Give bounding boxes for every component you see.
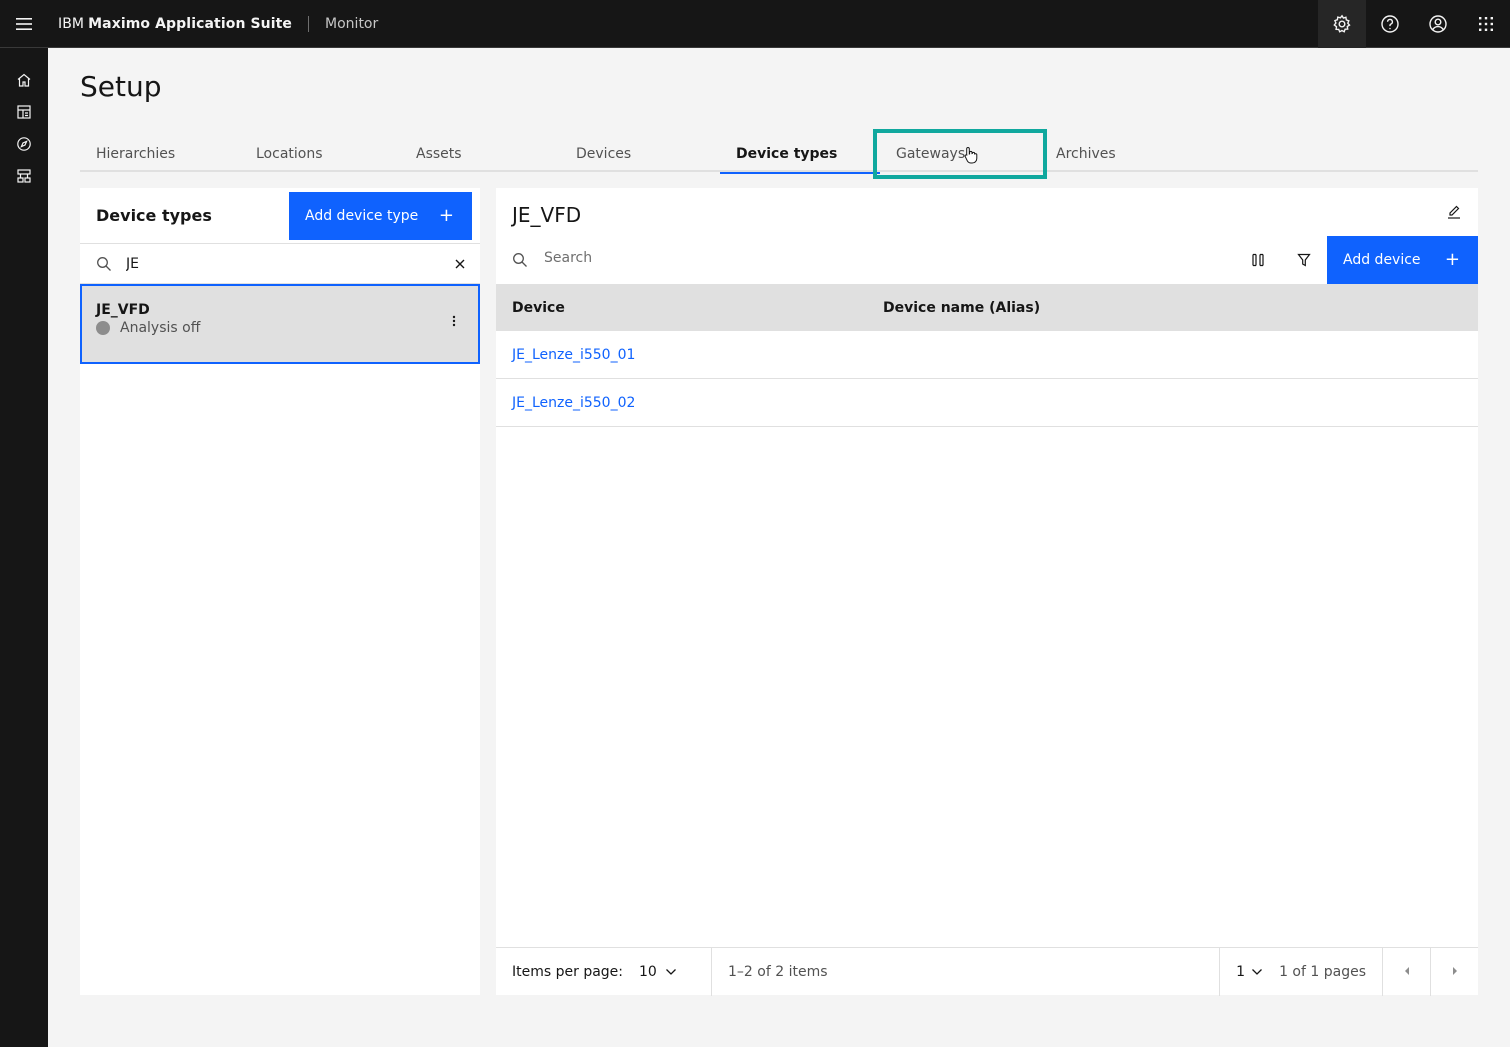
search-icon <box>96 256 112 276</box>
menu-icon[interactable] <box>0 0 48 48</box>
app-name: Monitor <box>325 15 379 32</box>
device-types-panel-header: Device types Add device type + <box>80 188 480 244</box>
tab-hierarchies[interactable]: Hierarchies <box>80 136 240 172</box>
devices-table: Device Device name (Alias) JE_Lenze_i550… <box>496 284 1478 427</box>
device-type-detail-panel: JE_VFD Add device + Device Device name (… <box>496 188 1478 996</box>
table-header: Device Device name (Alias) <box>496 284 1478 331</box>
add-device-type-label: Add device type <box>305 207 419 224</box>
devices-search-input[interactable] <box>544 250 1144 266</box>
search-icon <box>512 252 528 272</box>
add-device-type-button[interactable]: Add device type + <box>289 191 472 240</box>
caret-right-icon <box>1451 964 1459 980</box>
brand-product: Maximo Application Suite <box>88 15 293 32</box>
device-type-search-input[interactable] <box>126 255 446 272</box>
tab-locations[interactable]: Locations <box>240 136 400 172</box>
device-type-item[interactable]: JE_VFD Analysis off <box>80 284 480 364</box>
brand-name[interactable]: IBM Maximo Application Suite <box>48 15 310 32</box>
edit-icon[interactable] <box>1446 204 1462 224</box>
tab-archives[interactable]: Archives <box>1040 136 1200 172</box>
device-link[interactable]: JE_Lenze_i550_01 <box>496 347 867 363</box>
tab-gateways[interactable]: Gateways <box>873 129 1047 179</box>
home-icon[interactable] <box>0 64 48 96</box>
page-title: Setup <box>80 70 162 103</box>
column-header-device[interactable]: Device <box>496 300 867 316</box>
settings-icon[interactable] <box>1318 0 1366 48</box>
devices-table-toolbar: Add device + <box>496 236 1478 284</box>
table-row: JE_Lenze_i550_01 <box>496 331 1478 379</box>
tab-device-types[interactable]: Device types <box>720 136 880 174</box>
items-per-page-value: 10 <box>639 963 657 980</box>
page-count: 1 of 1 pages <box>1279 964 1366 980</box>
items-range: 1–2 of 2 items <box>728 963 828 980</box>
add-device-label: Add device <box>1343 252 1421 268</box>
device-types-title: Device types <box>96 206 212 225</box>
filter-icon[interactable] <box>1288 236 1320 284</box>
table-row: JE_Lenze_i550_02 <box>496 379 1478 427</box>
page-select-value: 1 <box>1236 964 1246 980</box>
side-rail <box>0 48 48 1047</box>
caret-left-icon <box>1403 964 1411 980</box>
top-header: IBM Maximo Application Suite Monitor <box>0 0 1510 48</box>
help-icon[interactable] <box>1366 0 1414 48</box>
explore-icon[interactable] <box>0 128 48 160</box>
chevron-down-icon <box>1251 964 1263 980</box>
header-actions <box>1318 0 1510 48</box>
brand-prefix: IBM <box>58 15 85 32</box>
close-icon[interactable] <box>452 256 468 276</box>
column-header-alias[interactable]: Device name (Alias) <box>867 300 1040 316</box>
pagination: Items per page: 10 1–2 of 2 items 1 1 of… <box>496 947 1478 996</box>
device-type-item-status-text: Analysis off <box>120 320 201 336</box>
previous-page-button[interactable] <box>1382 948 1430 996</box>
user-icon[interactable] <box>1414 0 1462 48</box>
dashboard-icon[interactable] <box>0 96 48 128</box>
tab-gateways-label: Gateways <box>896 146 966 162</box>
pointer-cursor-icon <box>964 146 978 168</box>
items-per-page-select[interactable]: 10 <box>639 964 695 980</box>
device-link[interactable]: JE_Lenze_i550_02 <box>496 395 867 411</box>
page-controls: 1 1 of 1 pages <box>1219 948 1478 996</box>
next-page-button[interactable] <box>1430 948 1478 996</box>
plus-icon: + <box>1444 249 1460 270</box>
device-type-detail-title: JE_VFD <box>512 203 582 227</box>
column-settings-icon[interactable] <box>1242 236 1274 284</box>
device-type-item-name: JE_VFD <box>96 302 150 318</box>
setup-icon[interactable] <box>0 160 48 192</box>
plus-icon: + <box>438 204 454 226</box>
overflow-menu-icon[interactable] <box>452 312 456 331</box>
app-switcher-icon[interactable] <box>1462 0 1510 48</box>
add-device-button[interactable]: Add device + <box>1327 236 1478 284</box>
device-types-panel: Device types Add device type + JE_VFD An… <box>80 188 480 995</box>
tab-devices[interactable]: Devices <box>560 136 720 172</box>
items-per-page-label: Items per page: <box>512 963 624 980</box>
chevron-down-icon <box>665 964 677 980</box>
status-dot-icon <box>96 321 110 335</box>
tab-assets[interactable]: Assets <box>400 136 560 172</box>
device-type-search <box>80 244 480 284</box>
tab-list: Hierarchies Locations Assets Devices Dev… <box>80 129 1478 179</box>
device-type-item-status: Analysis off <box>96 320 200 336</box>
page-select[interactable]: 1 <box>1219 948 1279 996</box>
